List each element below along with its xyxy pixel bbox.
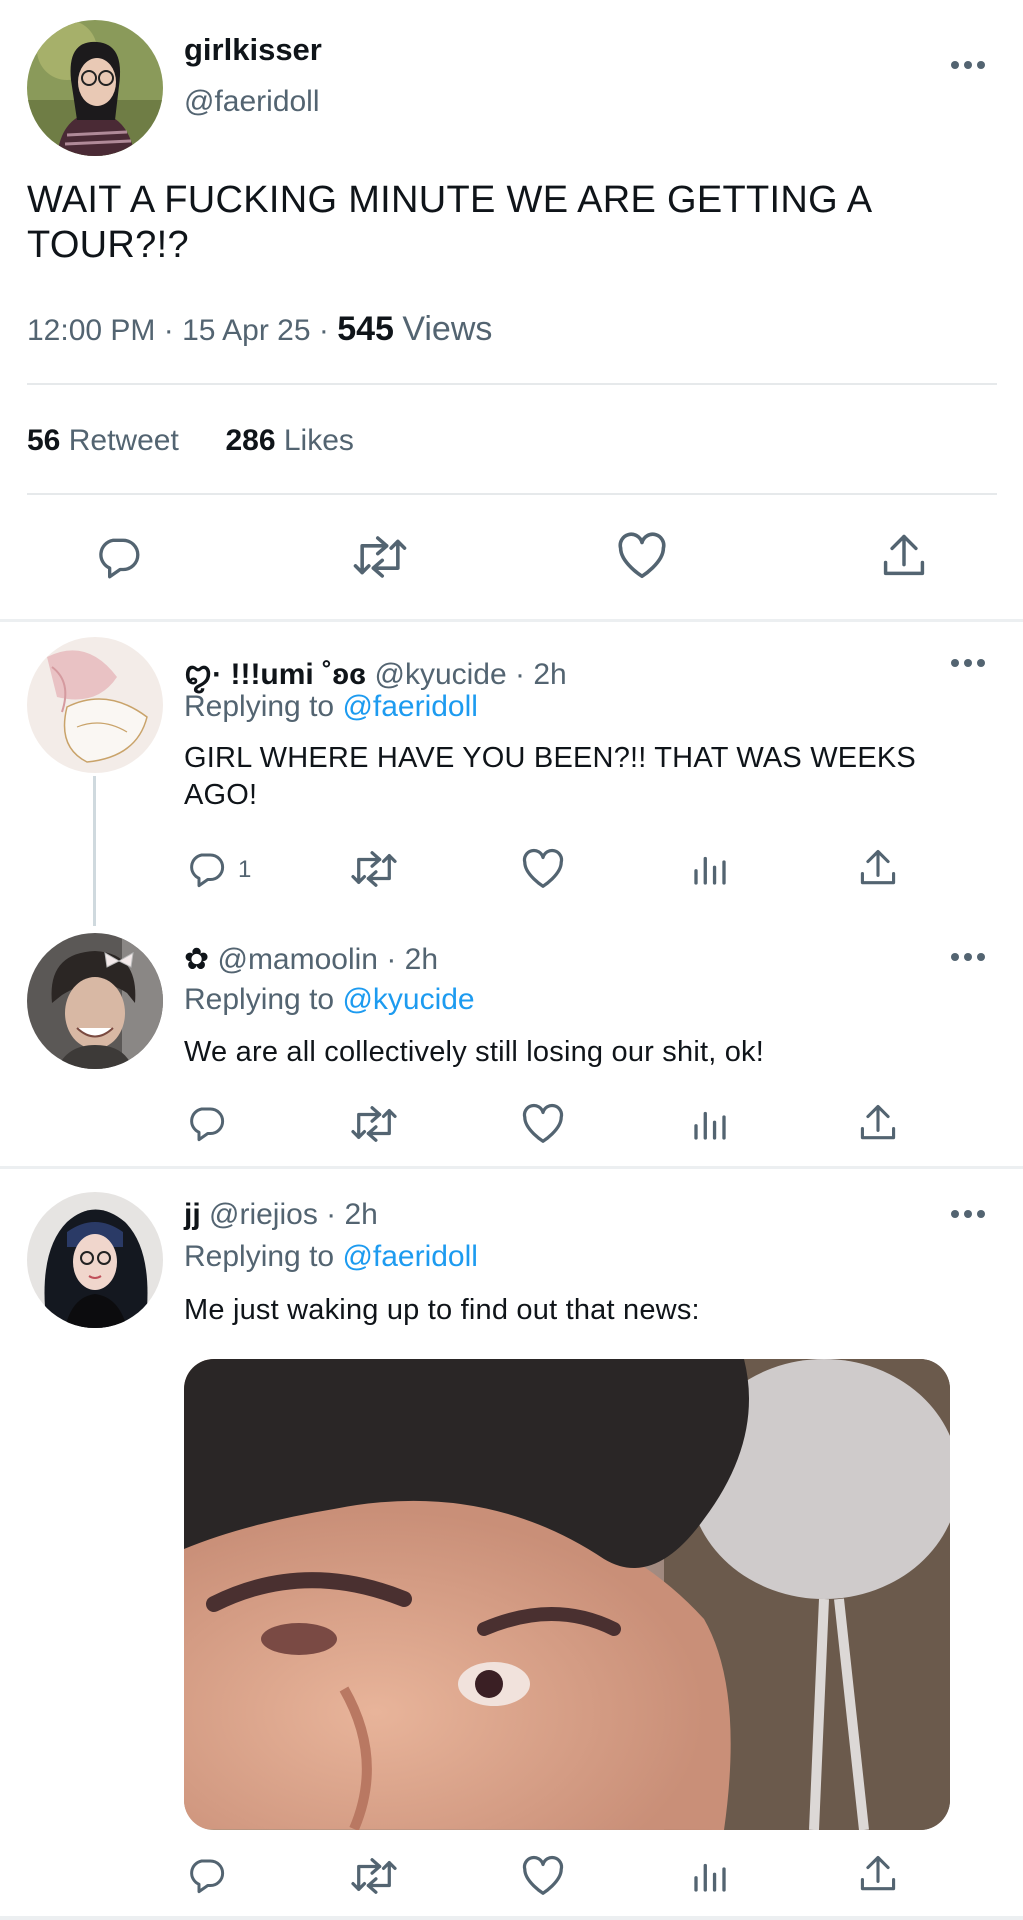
reply-display-name[interactable]: ꨄ︎· !!!umi ˚ʚɞ (184, 658, 366, 691)
heart-icon[interactable] (520, 1854, 566, 1898)
reply-time[interactable]: · 2h (386, 943, 438, 976)
section-divider (0, 1916, 1023, 1920)
reply-media-image[interactable] (184, 1359, 950, 1830)
heart-icon[interactable] (615, 530, 669, 582)
share-icon[interactable] (856, 1852, 900, 1896)
author-avatar[interactable] (27, 20, 163, 156)
reply-header: ꨄ︎· !!!umi ˚ʚɞ @kyucide · 2h (184, 650, 567, 695)
reply-time[interactable]: · 2h (515, 658, 567, 691)
reply-count: 1 (238, 856, 252, 883)
reply-bubble-icon[interactable] (184, 1102, 228, 1144)
reply-handle[interactable]: @mamoolin (217, 943, 378, 976)
reply-bubble-icon[interactable] (184, 848, 228, 890)
replying-to: Replying to @faeridoll (184, 690, 478, 724)
retweets-count: 56 (27, 424, 61, 457)
replying-to-label: Replying to (184, 983, 335, 1016)
more-options-icon[interactable] (948, 653, 988, 673)
replying-to-label: Replying to (184, 690, 335, 723)
likes-label: Likes (283, 424, 354, 457)
tweet-stats: 56 Retweet 286 Likes (27, 424, 354, 458)
retweet-icon[interactable] (351, 532, 409, 582)
analytics-icon[interactable] (689, 1855, 731, 1897)
reply-text: Me just waking up to find out that news: (184, 1294, 700, 1326)
tweet-meta: 12:00 PM · 15 Apr 25 · 545 Views (27, 310, 492, 349)
author-handle[interactable]: @faeridoll (184, 85, 320, 119)
reply-display-name[interactable]: jj (184, 1198, 201, 1231)
retweets-label: Retweet (68, 424, 179, 457)
retweet-icon[interactable] (349, 848, 399, 890)
tweet-time: 12:00 PM (27, 314, 156, 347)
reply-display-name[interactable]: ✿ (184, 943, 209, 976)
section-divider (0, 1166, 1023, 1169)
heart-icon[interactable] (520, 1102, 566, 1146)
reply-bubble-icon[interactable] (92, 532, 144, 582)
thread-line (93, 776, 96, 926)
replying-to: Replying to @faeridoll (184, 1240, 478, 1274)
divider (27, 383, 997, 385)
replying-to-link[interactable]: @kyucide (342, 983, 474, 1016)
meta-separator: · (318, 314, 329, 347)
likes-stat[interactable]: 286 Likes (225, 424, 353, 457)
likes-count: 286 (225, 424, 276, 457)
heart-icon[interactable] (520, 847, 566, 891)
more-options-icon[interactable] (948, 947, 988, 967)
reply-text: We are all collectively still losing our… (184, 1036, 765, 1068)
retweets-stat[interactable]: 56 Retweet (27, 424, 179, 457)
views-count: 545 (337, 310, 394, 348)
reply-avatar[interactable] (27, 1192, 163, 1328)
reply-handle[interactable]: @kyucide (374, 658, 506, 691)
section-divider (0, 619, 1023, 622)
replying-to-label: Replying to (184, 1240, 335, 1273)
share-icon[interactable] (878, 530, 930, 582)
reply-text: GIRL WHERE HAVE YOU BEEN?!! THAT WAS WEE… (184, 742, 916, 811)
replying-to-link[interactable]: @faeridoll (342, 690, 478, 723)
retweet-icon[interactable] (349, 1103, 399, 1145)
divider (27, 493, 997, 495)
retweet-icon[interactable] (349, 1855, 399, 1897)
tweet-text: WAIT A FUCKING MINUTE WE ARE GETTING A T… (27, 179, 871, 266)
more-options-icon[interactable] (948, 55, 988, 75)
views-label: Views (402, 310, 493, 348)
share-icon[interactable] (856, 846, 900, 890)
replying-to: Replying to @kyucide (184, 983, 475, 1017)
reply-header: jj @riejios · 2h (184, 1198, 378, 1232)
reply-avatar[interactable] (27, 637, 163, 773)
more-options-icon[interactable] (948, 1204, 988, 1224)
reply-bubble-icon[interactable] (184, 1854, 228, 1896)
reply-time[interactable]: · 2h (326, 1198, 378, 1231)
reply-avatar[interactable] (27, 933, 163, 1069)
analytics-icon[interactable] (689, 1103, 731, 1145)
share-icon[interactable] (856, 1101, 900, 1145)
author-display-name[interactable]: girlkisser (184, 32, 322, 68)
reply-header: ✿ @mamoolin · 2h (184, 942, 438, 977)
analytics-icon[interactable] (689, 848, 731, 890)
reply-handle[interactable]: @riejios (209, 1198, 318, 1231)
replying-to-link[interactable]: @faeridoll (342, 1240, 478, 1273)
tweet-date: 15 Apr 25 (182, 314, 311, 347)
meta-separator: · (163, 314, 174, 347)
